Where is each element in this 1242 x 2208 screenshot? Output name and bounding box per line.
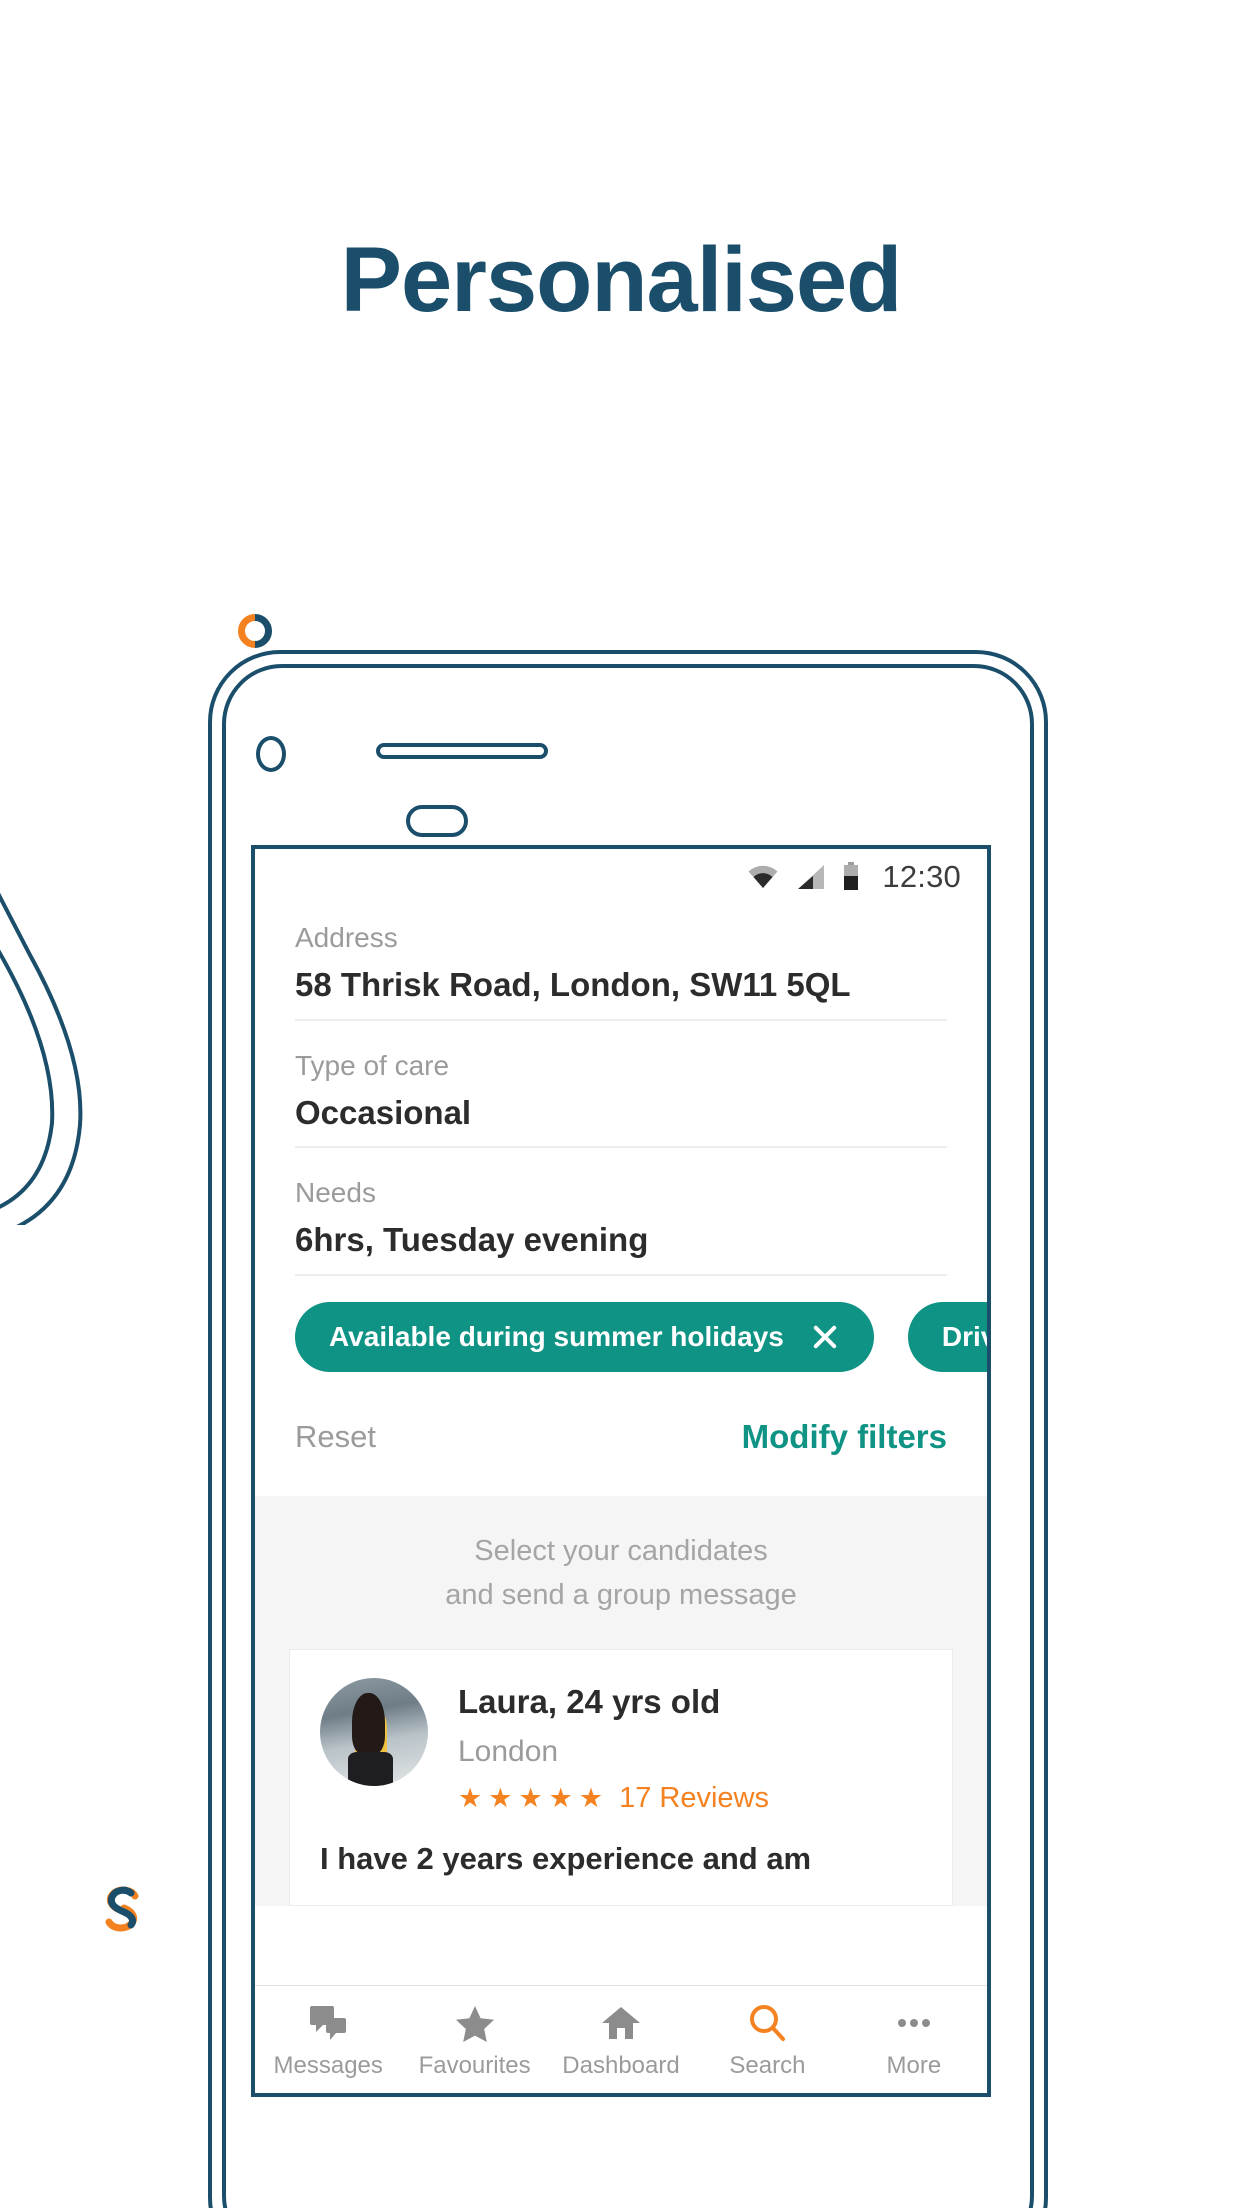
field-needs-value: 6hrs, Tuesday evening xyxy=(295,1221,649,1259)
nav-item-more[interactable]: More xyxy=(841,2002,987,2078)
nav-item-favourites-label: Favourites xyxy=(418,2051,531,2079)
reset-button[interactable]: Reset xyxy=(295,1419,376,1455)
candidate-card-header: Laura, 24 yrs old London ★ ★ ★ ★ ★ 17 Re… xyxy=(320,1678,922,1815)
avatar xyxy=(320,1678,428,1787)
close-icon[interactable] xyxy=(810,1322,840,1352)
search-criteria-form: Address 58 Thrisk Road, London, SW11 5QL… xyxy=(255,905,987,1277)
front-camera-icon xyxy=(256,736,286,772)
nav-item-search[interactable]: Search xyxy=(694,2002,840,2078)
nav-item-dashboard[interactable]: Dashboard xyxy=(548,2002,694,2078)
phone-screen: 12:30 Address 58 Thrisk Road, London, SW… xyxy=(251,845,991,2097)
avatar-figure-hair xyxy=(352,1693,385,1754)
decorative-ring-icon xyxy=(238,614,272,648)
candidate-list-hint: Select your candidates and send a group … xyxy=(255,1530,987,1649)
s-logo-mark-icon xyxy=(105,1886,139,1932)
home-icon xyxy=(601,2002,641,2044)
decorative-outline-shape xyxy=(0,892,83,1225)
messages-icon xyxy=(308,2002,348,2044)
field-address-label: Address xyxy=(295,922,398,953)
star-icon xyxy=(455,2002,495,2044)
field-type-of-care-label: Type of care xyxy=(295,1049,450,1081)
home-button-icon xyxy=(406,805,468,837)
field-needs-label: Needs xyxy=(295,1177,376,1209)
candidate-rating: ★ ★ ★ ★ ★ 17 Reviews xyxy=(458,1782,922,1815)
candidate-list-section: Select your candidates and send a group … xyxy=(255,1496,987,1907)
field-type-of-care[interactable]: Type of care Occasional xyxy=(295,1049,947,1149)
candidate-list-hint-line2: and send a group message xyxy=(445,1578,797,1611)
status-bar-clock: 12:30 xyxy=(882,859,961,894)
more-dots-icon xyxy=(894,2002,934,2044)
nav-item-favourites[interactable]: Favourites xyxy=(401,2002,547,2078)
star-icon: ★ xyxy=(548,1782,573,1813)
poster-canvas: Personalised 12:30 Address 58 Thrisk Roa… xyxy=(0,0,1242,2208)
filter-actions-row: Reset Modify filters xyxy=(255,1372,987,1497)
nav-item-messages-label: Messages xyxy=(273,2051,383,2079)
nav-item-search-label: Search xyxy=(729,2051,806,2079)
candidate-details: Laura, 24 yrs old London ★ ★ ★ ★ ★ 17 Re… xyxy=(458,1678,922,1815)
avatar-figure-legs xyxy=(348,1751,394,1787)
battery-icon xyxy=(844,862,859,890)
candidate-card[interactable]: Laura, 24 yrs old London ★ ★ ★ ★ ★ 17 Re… xyxy=(289,1649,953,1907)
star-icon: ★ xyxy=(578,1782,604,1813)
nav-item-more-label: More xyxy=(886,2051,942,2079)
nav-item-messages[interactable]: Messages xyxy=(255,2002,401,2078)
page-title: Personalised xyxy=(340,229,903,331)
field-address[interactable]: Address 58 Thrisk Road, London, SW11 5QL xyxy=(295,922,947,1021)
candidate-location: London xyxy=(458,1734,559,1768)
status-bar: 12:30 xyxy=(255,849,987,905)
wifi-icon xyxy=(748,865,778,888)
filter-chip-row[interactable]: Available during summer holidays Driving… xyxy=(255,1302,987,1373)
filter-chip-driving-licence[interactable]: Driving l xyxy=(907,1302,987,1373)
field-needs[interactable]: Needs 6hrs, Tuesday evening xyxy=(295,1177,947,1277)
app-scroll-area[interactable]: 12:30 Address 58 Thrisk Road, London, SW… xyxy=(255,849,987,2093)
star-icon: ★ xyxy=(458,1782,483,1813)
earpiece-speaker-icon xyxy=(376,743,548,759)
field-type-of-care-value: Occasional xyxy=(295,1093,472,1131)
bottom-navigation-bar: Messages Favourites Dashboard Search Mor… xyxy=(255,1985,987,2093)
filter-chip-summer-holidays[interactable]: Available during summer holidays xyxy=(295,1302,874,1373)
field-address-value: 58 Thrisk Road, London, SW11 5QL xyxy=(295,965,851,1003)
cellular-signal-icon xyxy=(798,865,825,889)
candidate-list-hint-line1: Select your candidates xyxy=(474,1535,768,1568)
star-icon: ★ xyxy=(518,1782,543,1813)
candidate-bio: I have 2 years experience and am xyxy=(320,1840,812,1876)
search-icon xyxy=(747,2002,787,2044)
filter-chip-label: Available during summer holidays xyxy=(329,1321,784,1353)
star-icon: ★ xyxy=(488,1782,513,1813)
reviews-count[interactable]: 17 Reviews xyxy=(619,1782,769,1815)
nav-item-dashboard-label: Dashboard xyxy=(562,2051,680,2079)
candidate-name: Laura, 24 yrs old xyxy=(458,1683,721,1721)
modify-filters-button[interactable]: Modify filters xyxy=(742,1418,947,1456)
filter-chip-label: Driving l xyxy=(941,1321,987,1353)
